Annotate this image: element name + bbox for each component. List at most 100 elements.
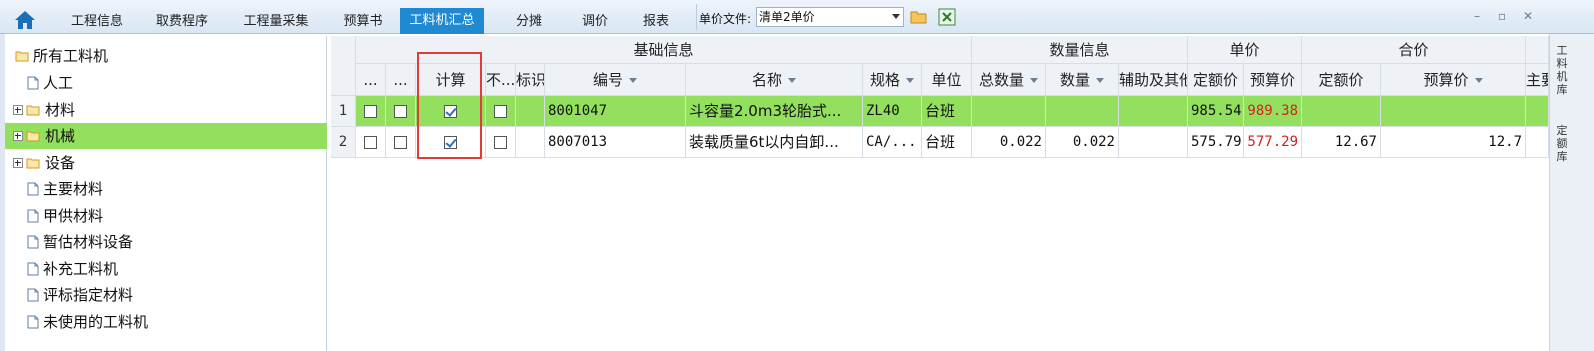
- col-header-label: ...: [393, 71, 408, 89]
- table-row[interactable]: 2 8007013 装载质量6t以内自卸... CA/... 台班 0.022 0.022 5…: [331, 127, 1549, 158]
- col-header-total-qty[interactable]: 总数量: [972, 64, 1046, 96]
- tree-item[interactable]: 设备: [5, 150, 327, 176]
- tab-1[interactable]: 工程信息: [58, 9, 136, 34]
- sort-arrow-icon[interactable]: [906, 78, 914, 83]
- sort-arrow-icon[interactable]: [1030, 78, 1038, 83]
- open-folder-icon[interactable]: [910, 9, 928, 25]
- col-header-unit[interactable]: 单位: [922, 64, 972, 96]
- cell-spec[interactable]: ZL40: [863, 96, 922, 127]
- sort-arrow-icon[interactable]: [1474, 78, 1483, 83]
- tree-item[interactable]: 主要材料: [5, 176, 327, 202]
- cell-spec[interactable]: CA/...: [863, 127, 922, 158]
- tab-5[interactable]: 工料机汇总: [400, 8, 484, 34]
- tab-7[interactable]: 调价: [564, 9, 626, 34]
- home-icon[interactable]: [12, 8, 38, 32]
- expand-icon[interactable]: [13, 104, 23, 115]
- sort-arrow-icon[interactable]: [629, 78, 637, 83]
- cell-mark[interactable]: [516, 127, 545, 158]
- cell-total-budget[interactable]: [1381, 96, 1526, 127]
- cell-total-quota[interactable]: 12.67: [1302, 127, 1381, 158]
- tree-root[interactable]: 所有工料机: [5, 43, 327, 69]
- col-header-c1[interactable]: ...: [356, 64, 386, 96]
- cell-qty[interactable]: 0.022: [1046, 127, 1119, 158]
- sort-arrow-icon[interactable]: [1096, 78, 1104, 83]
- top-toolbar: 工程信息 取费程序 工程量采集 预算书 工料机汇总 分摊 调价 报表 单价文件: 清单2单价 …: [0, 0, 1594, 34]
- cell-aux[interactable]: [1119, 127, 1188, 158]
- col-header-not[interactable]: 不...: [486, 64, 516, 96]
- col-header-aux[interactable]: 辅助及其他: [1119, 64, 1188, 96]
- checkbox[interactable]: [394, 136, 407, 149]
- cell-qty[interactable]: [1046, 96, 1119, 127]
- cell-budget-price[interactable]: 577.29: [1244, 127, 1302, 158]
- cell-total-qty[interactable]: 0.022: [972, 127, 1046, 158]
- expand-icon[interactable]: [13, 157, 23, 168]
- checkbox[interactable]: [494, 105, 507, 118]
- price-file-label: 单价文件:: [699, 12, 752, 26]
- side-tab-quota-library[interactable]: 定额库: [1556, 124, 1568, 163]
- col-header-label: ...: [363, 71, 378, 89]
- col-header-spec[interactable]: 规格: [863, 64, 922, 96]
- cell-total-quota[interactable]: [1302, 96, 1381, 127]
- tab-4[interactable]: 预算书: [328, 9, 398, 34]
- col-header-budget-price[interactable]: 预算价: [1244, 64, 1302, 96]
- checkbox[interactable]: [494, 136, 507, 149]
- col-header-total-quota[interactable]: 定额价: [1302, 64, 1381, 96]
- tab-6[interactable]: 分摊: [498, 9, 560, 34]
- col-header-name[interactable]: 名称: [686, 64, 863, 96]
- cell-quota-price[interactable]: 575.79: [1188, 127, 1244, 158]
- tree-item-label: 设备: [45, 153, 76, 172]
- tree-item[interactable]: 材料: [5, 97, 327, 123]
- expand-icon[interactable]: [13, 131, 23, 141]
- cell-total-qty[interactable]: [972, 96, 1046, 127]
- restore-icon[interactable]: ▫: [1495, 9, 1509, 23]
- tree-item[interactable]: 人工: [5, 70, 327, 96]
- tab-3[interactable]: 工程量采集: [229, 9, 323, 34]
- tree-item[interactable]: 机械: [5, 123, 327, 149]
- col-header-quota-price[interactable]: 定额价: [1188, 64, 1244, 96]
- cell-unit[interactable]: 台班: [922, 127, 972, 158]
- excel-export-icon[interactable]: [938, 8, 956, 26]
- tree-item-label: 补充工料机: [43, 259, 119, 278]
- cell-name[interactable]: 装载质量6t以内自卸...: [686, 127, 863, 158]
- cell-mark[interactable]: [516, 96, 545, 127]
- tab-2[interactable]: 取费程序: [143, 9, 221, 34]
- cell-code[interactable]: 8001047: [545, 96, 686, 127]
- cell-name[interactable]: 斗容量2.0m3轮胎式...: [686, 96, 863, 127]
- tree-item[interactable]: 甲供材料: [5, 203, 327, 229]
- cell-quota-price[interactable]: 985.54: [1188, 96, 1244, 127]
- col-header-total-budget[interactable]: 预算价: [1381, 64, 1526, 96]
- col-header-code[interactable]: 编号: [545, 64, 686, 96]
- tab-8[interactable]: 报表: [628, 9, 684, 34]
- price-file-select[interactable]: 清单2单价: [756, 7, 904, 27]
- chevron-down-icon: [892, 14, 900, 19]
- cell-main[interactable]: [1526, 96, 1549, 127]
- cell-aux[interactable]: [1119, 96, 1188, 127]
- checkbox[interactable]: [394, 105, 407, 118]
- cell-code[interactable]: 8007013: [545, 127, 686, 158]
- side-tab-material-library[interactable]: 工料机库: [1556, 44, 1568, 96]
- checkbox[interactable]: [364, 136, 377, 149]
- col-header-label: 标识: [516, 71, 545, 89]
- tree-item[interactable]: 补充工料机: [5, 256, 327, 282]
- open-folder-icon: [15, 51, 29, 62]
- tree-item[interactable]: 未使用的工料机: [5, 309, 327, 335]
- sort-arrow-icon[interactable]: [788, 78, 796, 83]
- checkbox[interactable]: [364, 105, 377, 118]
- toolbar-divider: [696, 4, 697, 30]
- tree-item[interactable]: 评标指定材料: [5, 282, 327, 308]
- col-header-main[interactable]: 主要: [1526, 64, 1549, 96]
- cell-total-budget[interactable]: 12.7: [1381, 127, 1526, 158]
- price-file-value: 清单2单价: [759, 10, 815, 24]
- col-header-qty[interactable]: 数量: [1046, 64, 1119, 96]
- cell-budget-price[interactable]: 989.38: [1244, 96, 1302, 127]
- tree-item[interactable]: 暂估材料设备: [5, 229, 327, 255]
- cell-c2: [386, 127, 416, 158]
- close-icon[interactable]: ✕: [1521, 9, 1535, 23]
- col-header-c2[interactable]: ...: [386, 64, 416, 96]
- cell-unit[interactable]: 台班: [922, 96, 972, 127]
- minimize-icon[interactable]: –: [1470, 9, 1484, 23]
- group-extra: [1526, 36, 1549, 64]
- cell-main[interactable]: [1526, 127, 1549, 158]
- col-header-mark[interactable]: 标识: [516, 64, 545, 96]
- table-row[interactable]: 1 8001047 斗容量2.0m3轮胎式... ZL40 台班 985.54 989.38: [331, 96, 1549, 127]
